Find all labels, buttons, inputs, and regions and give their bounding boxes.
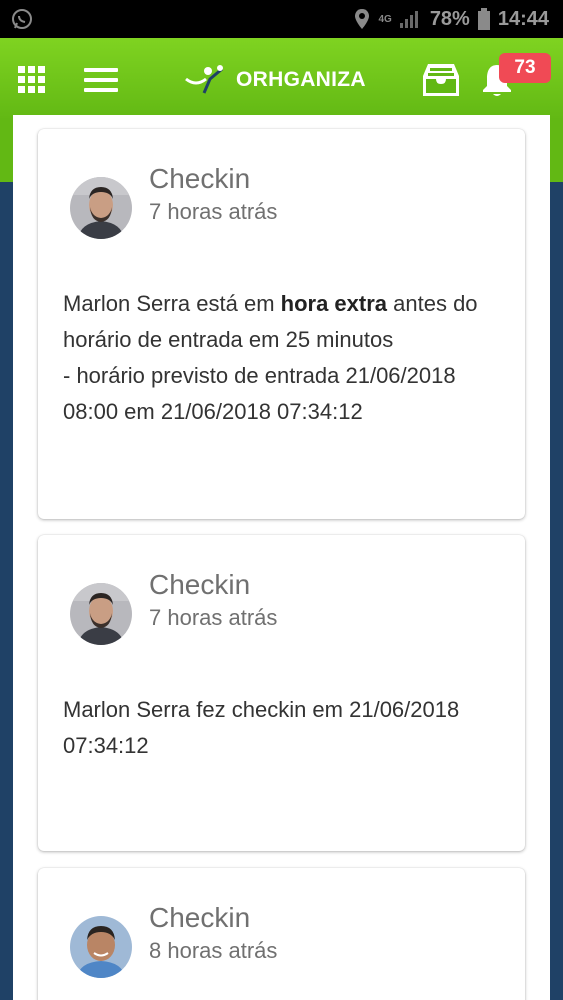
signal-icon <box>399 11 418 28</box>
clock: 14:44 <box>497 7 549 30</box>
card-message-detail: - horário previsto de entrada 21/06/2018… <box>63 363 456 424</box>
whatsapp-icon <box>12 9 32 29</box>
card-message-highlight: hora extra <box>280 291 388 316</box>
notification-feed[interactable]: Checkin 7 horas atrás Marlon Serra está … <box>13 115 550 1000</box>
card-timestamp: 7 horas atrás <box>149 199 278 224</box>
status-right: 4G 78% 14:44 <box>354 8 549 31</box>
card-message-prefix: Marlon Serra está em <box>63 291 281 316</box>
orhganiza-logo-icon <box>185 65 223 94</box>
card-timestamp: 8 horas atrás <box>149 938 278 963</box>
grid-icon <box>18 66 46 93</box>
notification-count-badge[interactable]: 73 <box>499 53 551 83</box>
hamburger-menu-icon <box>84 68 118 92</box>
card-title: Checkin <box>149 902 251 933</box>
location-icon <box>355 9 370 29</box>
status-left <box>10 7 34 31</box>
avatar <box>70 916 132 978</box>
app-logo: ORHGANIZA <box>184 64 366 96</box>
card-title: Checkin <box>149 569 251 600</box>
avatar <box>70 177 132 239</box>
battery-level: 78% <box>429 7 470 30</box>
menu-button[interactable] <box>84 68 118 92</box>
network-type: 4G <box>378 13 392 25</box>
app-header: ORHGANIZA <box>0 38 563 120</box>
apps-grid-button[interactable] <box>18 66 46 94</box>
notification-card[interactable]: Checkin 7 horas atrás Marlon Serra está … <box>38 129 525 519</box>
card-title: Checkin <box>149 163 251 194</box>
battery-icon <box>477 8 490 30</box>
notification-card[interactable]: Checkin 7 horas atrás Marlon Serra fez c… <box>38 535 525 851</box>
card-timestamp: 7 horas atrás <box>149 605 278 630</box>
card-message: Marlon Serra está em hora extra antes do… <box>63 286 513 430</box>
notification-card[interactable]: Checkin 8 horas atrás <box>38 868 525 1000</box>
card-message: Marlon Serra fez checkin em 21/06/2018 0… <box>63 697 460 758</box>
avatar <box>70 583 132 645</box>
inbox-button[interactable] <box>422 62 460 98</box>
logo-text: ORHGANIZA <box>236 68 366 91</box>
status-bar: 4G 78% 14:44 <box>0 0 563 38</box>
inbox-icon <box>423 64 459 96</box>
